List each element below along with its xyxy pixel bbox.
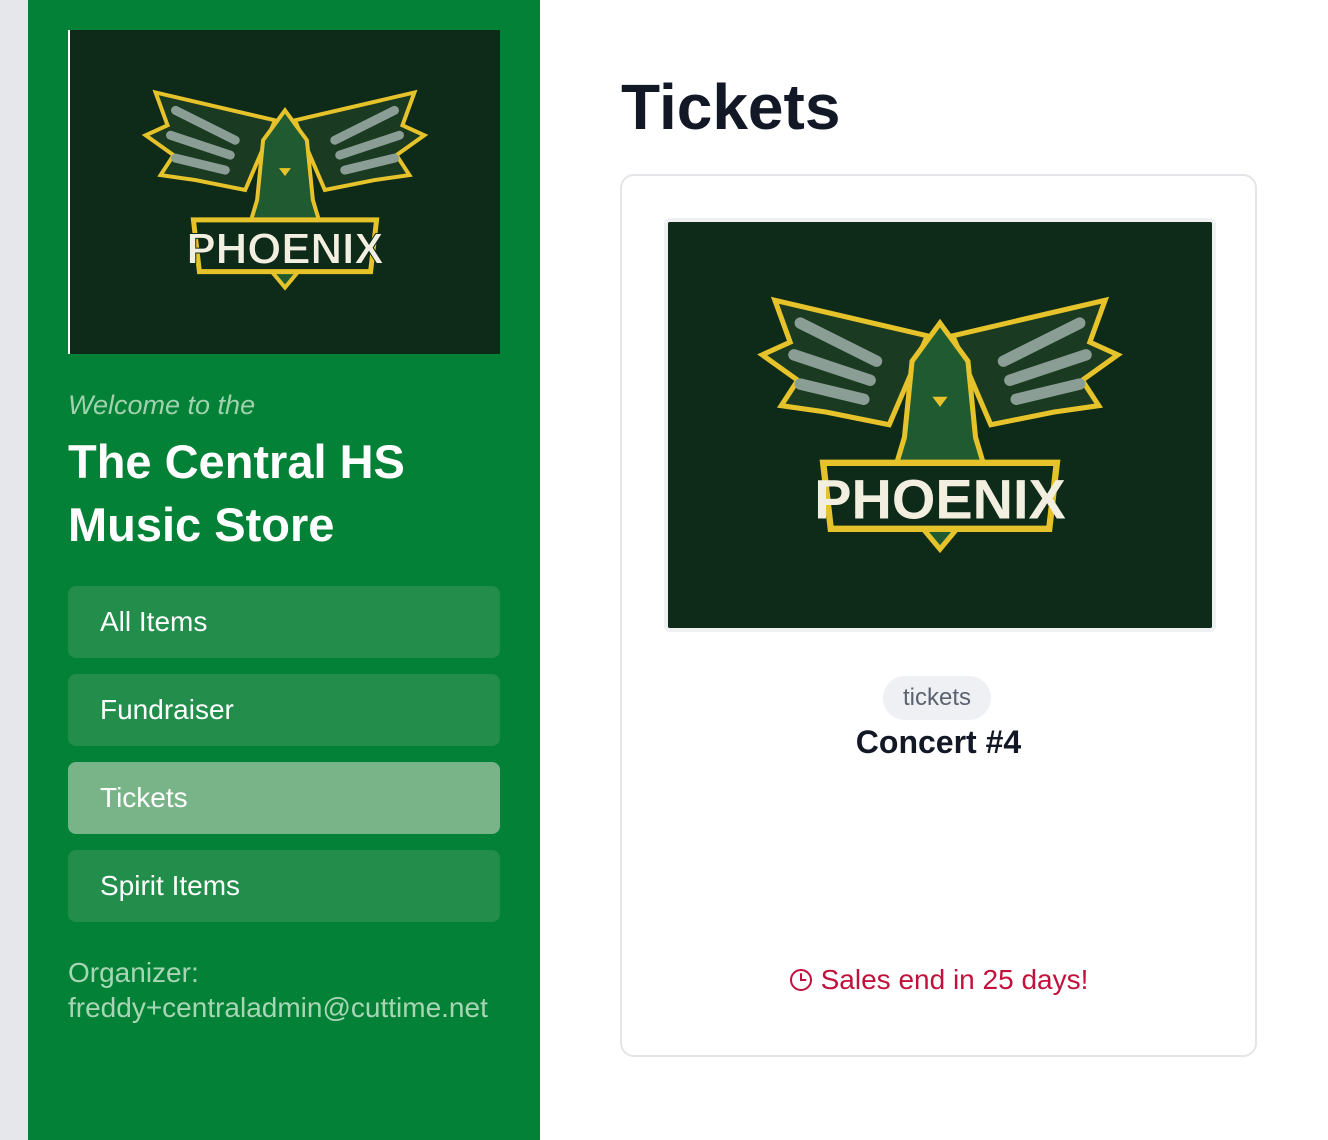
sidebar-nav: All Items Fundraiser Tickets Spirit Item… (68, 586, 500, 938)
nav-item-tickets[interactable]: Tickets (68, 762, 500, 834)
product-image[interactable]: PHOENIX (664, 218, 1216, 632)
product-name[interactable]: Concert #4 (622, 724, 1255, 761)
welcome-text: Welcome to the (68, 390, 256, 420)
clock-icon (789, 969, 812, 991)
sales-end-notice: Sales end in 25 days! (622, 964, 1255, 996)
sidebar: PHOENIX Welcome to the The Central HS Mu… (28, 0, 540, 1140)
organizer-info: Organizer: freddy+centraladmin@cuttime.n… (68, 955, 488, 1025)
logo-text: PHOENIX (186, 225, 383, 274)
phoenix-logo-icon: PHOENIX (668, 222, 1212, 628)
store-name: The Central HS Music Store (68, 435, 405, 551)
store-logo: PHOENIX (68, 30, 500, 354)
nav-item-spirit-items[interactable]: Spirit Items (68, 850, 500, 922)
product-card[interactable]: PHOENIX tickets Concert #4 Sales end in … (620, 174, 1257, 1057)
sales-end-text: Sales end in 25 days! (820, 964, 1089, 995)
left-edge-strip (0, 0, 28, 1140)
category-tag: tickets (883, 676, 992, 720)
nav-item-fundraiser[interactable]: Fundraiser (68, 674, 500, 746)
organizer-label: Organizer: (68, 957, 199, 988)
organizer-email: freddy+centraladmin@cuttime.net (68, 992, 488, 1023)
nav-item-all-items[interactable]: All Items (68, 586, 500, 658)
phoenix-logo-icon: PHOENIX (70, 30, 500, 354)
page: PHOENIX Welcome to the The Central HS Mu… (0, 0, 1328, 1140)
product-image-text: PHOENIX (814, 468, 1065, 531)
page-title: Tickets (621, 71, 841, 143)
